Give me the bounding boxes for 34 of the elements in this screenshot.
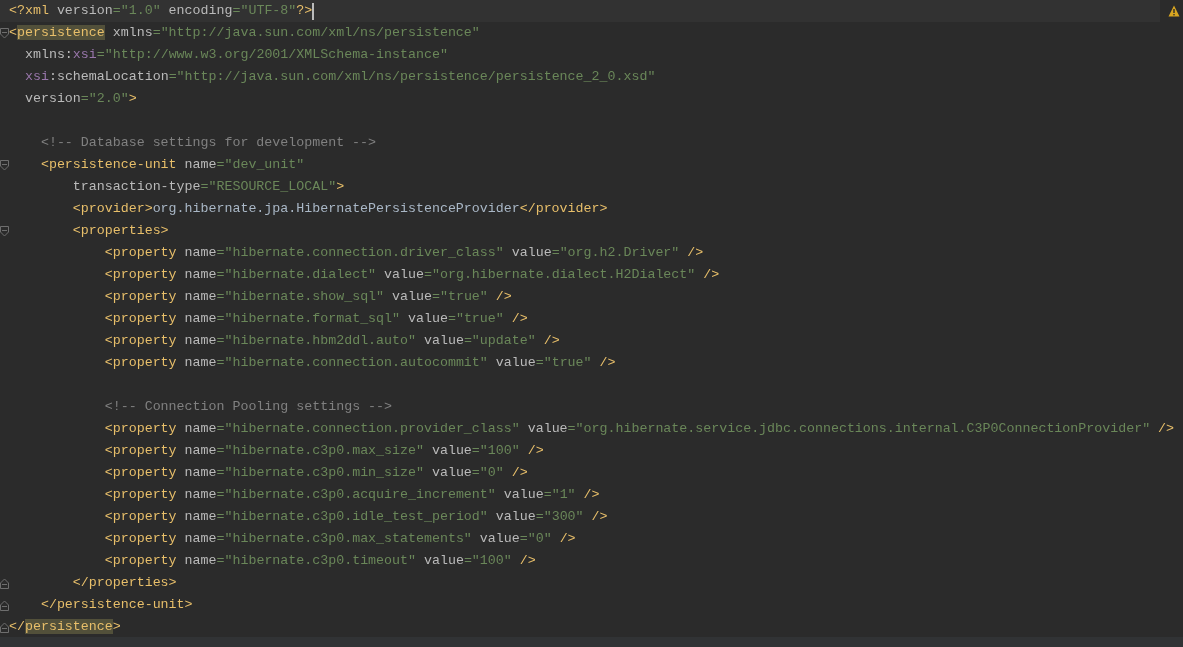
code-line: xsi:schemaLocation="http://java.sun.com/xml/ns/persistence/persistence_2_0.xsd" [24, 68, 656, 87]
code-line: <persistence-unit name="dev_unit" [40, 156, 305, 175]
code-line: <property name="hibernate.c3p0.min_size" value="0" /> [104, 464, 528, 483]
code-line: <property name="hibernate.show_sql" value="true" /> [104, 288, 512, 307]
code-comment: <!-- Connection Pooling settings --> [104, 398, 393, 417]
code-line: <property name="hibernate.dialect" value="org.hibernate.dialect.H2Dialect" /> [104, 266, 720, 285]
code-line: <property name="hibernate.connection.autocommit" value="true" /> [104, 354, 616, 373]
code-line: <property name="hibernate.hbm2ddl.auto" value="update" /> [104, 332, 560, 351]
code-line: </persistence> [9, 618, 121, 637]
fold-icon[interactable] [0, 159, 9, 171]
fold-icon[interactable] [0, 621, 9, 633]
code-line: <property name="hibernate.format_sql" value="true" /> [104, 310, 528, 329]
code-line: </properties> [72, 574, 177, 593]
code-line: <property name="hibernate.connection.driver_class" value="org.h2.Driver" /> [104, 244, 704, 263]
code-line: <property name="hibernate.connection.provider_class" value="org.hibernate.service.jdbc.connections.internal.C3P0ConnectionProvider" /> [104, 420, 1175, 439]
code-line: <property name="hibernate.c3p0.max_statements" value="0" /> [104, 530, 576, 549]
code-line: </persistence-unit> [40, 596, 193, 615]
code-line: <provider>org.hibernate.jpa.HibernatePersistenceProvider</provider> [72, 200, 608, 219]
code-line: <properties> [72, 222, 169, 241]
code-line: <property name="hibernate.c3p0.timeout" value="100" /> [104, 552, 536, 571]
code-line: transaction-type="RESOURCE_LOCAL"> [72, 178, 345, 197]
code-line: version="2.0"> [24, 90, 137, 109]
code-line: <persistence xmlns="http://java.sun.com/xml/ns/persistence" [9, 24, 480, 43]
fold-icon[interactable] [0, 225, 9, 237]
fold-icon[interactable] [0, 577, 9, 589]
code-line: <property name="hibernate.c3p0.max_size" value="100" /> [104, 442, 544, 461]
code-line: <property name="hibernate.c3p0.acquire_increment" value="1" /> [104, 486, 600, 505]
warning-icon[interactable] [1168, 5, 1180, 17]
fold-icon[interactable] [0, 27, 9, 39]
code-line: <?xml version="1.0" encoding="UTF-8"?> [9, 2, 313, 21]
fold-icon[interactable] [0, 599, 9, 611]
code-comment: <!-- Database settings for development --> [40, 134, 377, 153]
code-line: <property name="hibernate.c3p0.idle_test_period" value="300" /> [104, 508, 608, 527]
code-line: xmlns:xsi="http://www.w3.org/2001/XMLSchema-instance" [24, 46, 448, 65]
